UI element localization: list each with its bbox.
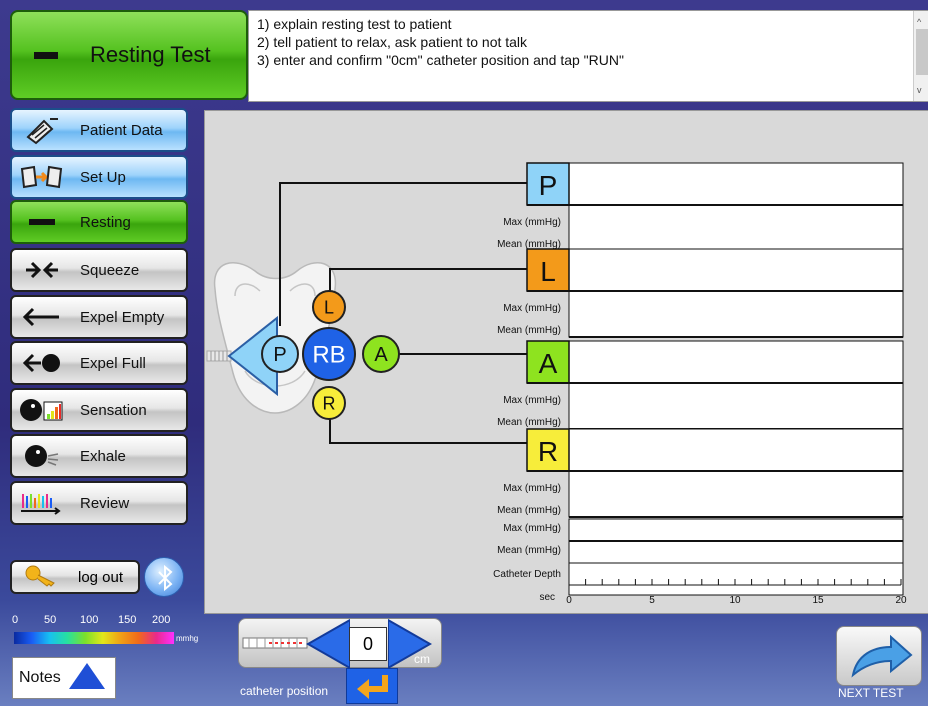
- scale-tick: 100: [80, 614, 99, 626]
- channel-chart: P RB L A R P Max (mmHg) Mean (mmHg) L Max (mmHg)…: [206, 162, 907, 606]
- mean-label: Mean (mmHg): [497, 417, 561, 428]
- sidebar-item-patient-data[interactable]: Patient Data: [10, 108, 188, 152]
- resting-test-button[interactable]: Resting Test: [10, 10, 248, 100]
- squeeze-icon: [18, 255, 66, 285]
- catheter-position-label: catheter position: [240, 684, 329, 698]
- max-label: Max (mmHg): [503, 217, 561, 228]
- sidebar-item-label: Patient Data: [80, 121, 163, 139]
- channel-label-p: P: [539, 170, 558, 201]
- next-test-button[interactable]: [836, 626, 922, 686]
- expel-full-icon: [18, 348, 66, 378]
- sidebar-item-sensation[interactable]: Sensation: [10, 388, 188, 432]
- max-label: Max (mmHg): [503, 523, 561, 534]
- test-title: Resting Test: [90, 42, 211, 67]
- instruction-line: 3) enter and confirm "0cm" catheter posi…: [257, 52, 624, 68]
- patient-data-icon: [18, 115, 66, 145]
- scroll-down-icon[interactable]: v: [917, 81, 922, 99]
- catheter-position-value[interactable]: 0: [349, 627, 387, 661]
- dash-icon: [34, 51, 58, 59]
- sidebar-item-label: Squeeze: [80, 261, 140, 279]
- sidebar-item-resting[interactable]: Resting: [10, 200, 188, 244]
- key-icon: [24, 563, 60, 591]
- time-tick-label: 20: [895, 595, 907, 606]
- catheter-unit: cm: [414, 652, 430, 666]
- scale-tick: 0: [12, 614, 19, 626]
- bluetooth-icon[interactable]: [144, 557, 184, 597]
- sidebar-item-set-up[interactable]: Set Up: [10, 155, 188, 199]
- test-chart-area: P RB L A R P Max (mmHg) Mean (mmHg) L Max (mmHg)…: [204, 110, 928, 614]
- next-test-label: NEXT TEST: [838, 686, 904, 700]
- scroll-thumb[interactable]: [916, 29, 928, 75]
- diagram-label-a: A: [374, 344, 388, 366]
- scale-unit: mmhg: [176, 634, 199, 643]
- channel-label-l: L: [540, 256, 556, 287]
- dash-icon: [18, 207, 66, 237]
- scale-tick: 150: [118, 614, 137, 626]
- sidebar-item-expel-full[interactable]: Expel Full: [10, 341, 188, 385]
- instructions-scrollbar[interactable]: ^ v: [913, 11, 928, 101]
- next-arrow-icon: [851, 634, 913, 678]
- max-label: Max (mmHg): [503, 303, 561, 314]
- diagram-label-rb: RB: [312, 341, 345, 368]
- sensation-icon: [18, 395, 66, 425]
- time-tick-label: 10: [729, 595, 741, 606]
- time-tick-label: 0: [566, 595, 572, 606]
- notes-label: Notes: [19, 669, 61, 686]
- sidebar-item-label: Expel Empty: [80, 308, 165, 326]
- channel-label-r: R: [538, 436, 558, 467]
- diagram-label-p: P: [273, 344, 286, 366]
- instruction-line: 1) explain resting test to patient: [257, 16, 452, 32]
- mean-label: Mean (mmHg): [497, 325, 561, 336]
- sidebar-item-label: Expel Full: [80, 354, 146, 372]
- diagram-label-r: R: [323, 393, 336, 413]
- sec-label: sec: [539, 592, 555, 603]
- instructions-panel: 1) explain resting test to patient 2) te…: [248, 10, 928, 102]
- mean-label: Mean (mmHg): [497, 545, 561, 556]
- scale-tick: 50: [44, 614, 57, 626]
- channel-panel: [568, 162, 904, 252]
- sidebar-item-squeeze[interactable]: Squeeze: [10, 248, 188, 292]
- sidebar-item-label: Exhale: [80, 447, 126, 465]
- max-label: Max (mmHg): [503, 395, 561, 406]
- channel-panel: [568, 248, 904, 338]
- arrow-left-icon: [305, 618, 351, 670]
- logout-label: log out: [78, 568, 124, 586]
- catheter-depth-label: Catheter Depth: [493, 569, 561, 580]
- pressure-color-scale: 0 50 100 150 200 mmhg: [10, 612, 199, 652]
- time-tick-label: 5: [649, 595, 655, 606]
- channel-panel: [568, 428, 904, 518]
- exhale-icon: [18, 441, 66, 471]
- sidebar-item-label: Review: [80, 494, 130, 512]
- triangle-up-icon: [67, 661, 107, 696]
- time-tick-label: 15: [812, 595, 824, 606]
- scale-tick: 200: [152, 614, 171, 626]
- channel-label-a: A: [539, 348, 558, 379]
- sidebar-item-label: Resting: [80, 213, 131, 231]
- instruction-line: 2) tell patient to relax, ask patient to…: [257, 34, 528, 50]
- confirm-catheter-button[interactable]: [346, 668, 398, 704]
- sidebar-item-exhale[interactable]: Exhale: [10, 434, 188, 478]
- expel-empty-icon: [18, 302, 66, 332]
- setup-icon: [18, 162, 66, 192]
- decrease-catheter-button[interactable]: [305, 618, 351, 670]
- diagram-label-l: L: [324, 297, 334, 317]
- max-label: Max (mmHg): [503, 483, 561, 494]
- channel-panel: [568, 340, 904, 430]
- mean-label: Mean (mmHg): [497, 505, 561, 516]
- sidebar-item-label: Set Up: [80, 168, 126, 186]
- sidebar-item-review[interactable]: Review: [10, 481, 188, 525]
- review-icon: [18, 488, 66, 518]
- scale-gradient: [14, 632, 174, 644]
- notes-button[interactable]: Notes: [12, 657, 116, 699]
- sidebar-item-label: Sensation: [80, 401, 147, 419]
- enter-arrow-icon: [357, 675, 388, 699]
- logout-button[interactable]: log out: [10, 560, 140, 594]
- sidebar-item-expel-empty[interactable]: Expel Empty: [10, 295, 188, 339]
